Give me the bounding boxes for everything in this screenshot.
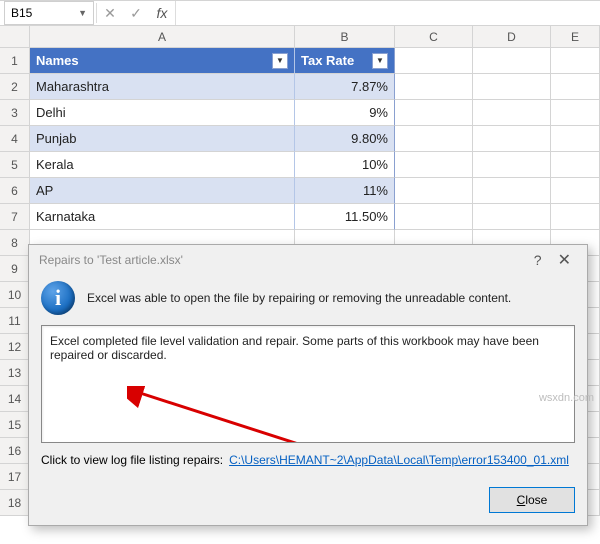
close-button[interactable]: Close xyxy=(489,487,575,513)
row-header[interactable]: 5 xyxy=(0,152,30,178)
cell[interactable] xyxy=(395,152,473,178)
cell[interactable] xyxy=(473,48,551,74)
cell-name[interactable]: Karnataka xyxy=(30,204,295,230)
log-link-label: Click to view log file listing repairs: xyxy=(41,453,223,467)
cell[interactable] xyxy=(551,204,600,230)
row-header[interactable]: 3 xyxy=(0,100,30,126)
repair-log-text: Excel completed file level validation an… xyxy=(50,334,539,362)
cell[interactable] xyxy=(473,100,551,126)
col-header-B[interactable]: B xyxy=(295,26,395,48)
cell[interactable] xyxy=(473,204,551,230)
dialog-body: i Excel was able to open the file by rep… xyxy=(29,275,587,479)
row-header[interactable]: 17 xyxy=(0,464,30,490)
cell[interactable] xyxy=(395,204,473,230)
cell-name[interactable]: Maharashtra xyxy=(30,74,295,100)
row-header[interactable]: 6 xyxy=(0,178,30,204)
cell[interactable] xyxy=(473,126,551,152)
repairs-dialog: Repairs to 'Test article.xlsx' ? ✕ i Exc… xyxy=(28,244,588,526)
table-row: 6 AP 11% xyxy=(0,178,600,204)
cell-rate[interactable]: 9% xyxy=(295,100,395,126)
cell[interactable] xyxy=(551,48,600,74)
cell-name[interactable]: Kerala xyxy=(30,152,295,178)
header-label: Names xyxy=(36,53,79,68)
col-header-D[interactable]: D xyxy=(473,26,551,48)
table-row: 5 Kerala 10% xyxy=(0,152,600,178)
close-icon[interactable]: ✕ xyxy=(552,250,577,270)
cell-name[interactable]: Delhi xyxy=(30,100,295,126)
cell[interactable] xyxy=(395,178,473,204)
row-header[interactable]: 11 xyxy=(0,308,30,334)
row-header[interactable]: 9 xyxy=(0,256,30,282)
row-header[interactable]: 4 xyxy=(0,126,30,152)
cell[interactable] xyxy=(395,48,473,74)
col-header-A[interactable]: A xyxy=(30,26,295,48)
row-header[interactable]: 15 xyxy=(0,412,30,438)
table-row: 1 Names ▼ Tax Rate ▼ xyxy=(0,48,600,74)
info-icon: i xyxy=(41,281,75,315)
cell-rate[interactable]: 9.80% xyxy=(295,126,395,152)
filter-dropdown-icon[interactable]: ▼ xyxy=(372,53,388,69)
row-header[interactable]: 10 xyxy=(0,282,30,308)
cell-rate[interactable]: 11% xyxy=(295,178,395,204)
cell[interactable] xyxy=(551,152,600,178)
formula-bar-input[interactable] xyxy=(175,1,600,25)
repair-log-box[interactable]: Excel completed file level validation an… xyxy=(41,325,575,443)
cell-rate[interactable]: 7.87% xyxy=(295,74,395,100)
name-box-dropdown-icon[interactable]: ▼ xyxy=(78,8,87,18)
fx-icon[interactable]: fx xyxy=(149,1,175,25)
cell[interactable] xyxy=(473,178,551,204)
cancel-formula-icon: ✕ xyxy=(97,1,123,25)
select-all-corner[interactable] xyxy=(0,26,30,48)
table-row: 4 Punjab 9.80% xyxy=(0,126,600,152)
table-header-names[interactable]: Names ▼ xyxy=(30,48,295,74)
dialog-footer: Close xyxy=(29,479,587,525)
watermark: wsxdn.com xyxy=(539,392,594,404)
cell[interactable] xyxy=(395,74,473,100)
name-box[interactable]: B15 ▼ xyxy=(4,1,94,25)
row-header[interactable]: 12 xyxy=(0,334,30,360)
row-header[interactable]: 14 xyxy=(0,386,30,412)
table-row: 2 Maharashtra 7.87% xyxy=(0,74,600,100)
cell[interactable] xyxy=(551,74,600,100)
cell-rate[interactable]: 10% xyxy=(295,152,395,178)
header-label: Tax Rate xyxy=(301,53,354,68)
dialog-titlebar[interactable]: Repairs to 'Test article.xlsx' ? ✕ xyxy=(29,245,587,275)
cell-name[interactable]: AP xyxy=(30,178,295,204)
help-icon[interactable]: ? xyxy=(524,252,552,268)
table-row: 7 Karnataka 11.50% xyxy=(0,204,600,230)
cell[interactable] xyxy=(551,126,600,152)
row-header[interactable]: 16 xyxy=(0,438,30,464)
table-header-tax-rate[interactable]: Tax Rate ▼ xyxy=(295,48,395,74)
row-header[interactable]: 1 xyxy=(0,48,30,74)
dialog-message: Excel was able to open the file by repai… xyxy=(87,291,511,305)
cell-name[interactable]: Punjab xyxy=(30,126,295,152)
name-box-value: B15 xyxy=(11,6,32,20)
table-row: 3 Delhi 9% xyxy=(0,100,600,126)
cell-rate[interactable]: 11.50% xyxy=(295,204,395,230)
enter-formula-icon: ✓ xyxy=(123,1,149,25)
cell[interactable] xyxy=(473,74,551,100)
row-header[interactable]: 13 xyxy=(0,360,30,386)
column-headers: A B C D E xyxy=(0,26,600,48)
col-header-C[interactable]: C xyxy=(395,26,473,48)
dialog-message-row: i Excel was able to open the file by rep… xyxy=(41,281,575,315)
row-header[interactable]: 2 xyxy=(0,74,30,100)
log-file-link[interactable]: C:\Users\HEMANT~2\AppData\Local\Temp\err… xyxy=(229,453,569,467)
cell[interactable] xyxy=(551,100,600,126)
cell[interactable] xyxy=(473,152,551,178)
cell[interactable] xyxy=(551,178,600,204)
filter-dropdown-icon[interactable]: ▼ xyxy=(272,53,288,69)
row-header[interactable]: 7 xyxy=(0,204,30,230)
row-header[interactable]: 18 xyxy=(0,490,30,516)
dialog-title: Repairs to 'Test article.xlsx' xyxy=(39,253,183,267)
col-header-E[interactable]: E xyxy=(551,26,600,48)
formula-bar-row: B15 ▼ ✕ ✓ fx xyxy=(0,0,600,26)
annotation-arrow-icon xyxy=(127,386,387,443)
close-button-rest: lose xyxy=(525,493,547,507)
row-header[interactable]: 8 xyxy=(0,230,30,256)
cell[interactable] xyxy=(395,100,473,126)
log-link-row: Click to view log file listing repairs: … xyxy=(41,453,575,467)
cell[interactable] xyxy=(395,126,473,152)
